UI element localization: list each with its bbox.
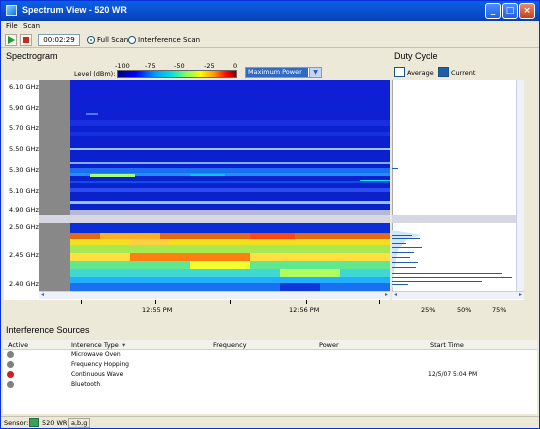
freq-label: 5.30 GHz	[9, 166, 39, 174]
table-row[interactable]: Bluetooth	[3, 381, 537, 389]
stop-icon	[23, 37, 29, 43]
column-header-power[interactable]: Power	[319, 341, 339, 349]
status-dot	[7, 381, 14, 388]
status-bar: Sensor: 520 WR a,b,g	[1, 416, 539, 428]
interference-type: Bluetooth	[71, 381, 101, 388]
freq-label: 5.90 GHz	[9, 104, 39, 112]
table-row[interactable]: Microwave Oven	[3, 351, 537, 359]
sensor-modes: a,b,g	[68, 418, 91, 428]
spectrogram-horizontal-scrollbar[interactable]: ◂ ▸	[39, 291, 390, 299]
dropdown-value: Maximum Power	[246, 68, 308, 77]
menu-bar: File Scan	[1, 21, 539, 32]
app-icon	[6, 5, 17, 16]
average-label: Average	[407, 69, 434, 77]
scroll-left-icon[interactable]: ◂	[394, 291, 397, 298]
scroll-left-icon[interactable]: ◂	[41, 291, 44, 298]
menu-file[interactable]: File	[6, 22, 18, 30]
freq-label: 2.45 GHz	[9, 251, 39, 259]
spectrogram-5ghz-heatmap	[70, 80, 390, 215]
interference-scan-label: Interference Scan	[138, 36, 201, 44]
sensor-icon	[29, 418, 39, 427]
status-dot	[7, 351, 14, 358]
table-row[interactable]: Frequency Hopping	[3, 361, 537, 369]
sensor-name: 520 WR	[42, 419, 68, 427]
freq-label: 2.50 GHz	[9, 223, 39, 231]
freq-label: 6.10 GHz	[9, 83, 39, 91]
current-label: Current	[451, 69, 476, 77]
level-tick: -75	[145, 62, 156, 70]
current-checkbox[interactable]	[438, 67, 449, 77]
scroll-right-icon[interactable]: ▸	[385, 291, 388, 298]
time-tick	[230, 300, 231, 304]
freq-label: 4.90 GHz	[9, 206, 39, 214]
spectrogram-title: Spectrogram	[6, 51, 58, 61]
spectrum-view-window: Spectrum View - 520 WR _ □ × File Scan 0…	[0, 0, 540, 429]
table-row[interactable]: Continuous Wave 12/5/07 5:04 PM	[3, 371, 537, 379]
time-tick	[81, 300, 82, 304]
power-mode-dropdown[interactable]: Maximum Power ▼	[245, 67, 322, 78]
level-tick: -100	[115, 62, 130, 70]
status-dot	[7, 361, 14, 368]
duty-axis-label: 75%	[492, 306, 507, 314]
start-time: 12/5/07 5:04 PM	[428, 371, 478, 378]
full-scan-radio[interactable]	[87, 36, 95, 44]
level-tick: 0	[233, 62, 238, 70]
time-tick	[379, 300, 380, 304]
time-label: 12:56 PM	[289, 306, 320, 314]
duty-axis-label: 25%	[421, 306, 436, 314]
spectrogram-gutter	[39, 80, 70, 291]
full-scan-label: Full Scan	[97, 36, 129, 44]
duty-cycle-chart	[392, 80, 524, 291]
sort-icon: ▾	[122, 341, 126, 349]
interference-scan-radio[interactable]	[128, 36, 136, 44]
column-header-active[interactable]: Active	[8, 341, 28, 349]
minimize-button[interactable]: _	[485, 3, 501, 19]
freq-label: 5.10 GHz	[9, 187, 39, 195]
interference-type: Frequency Hopping	[71, 361, 129, 368]
time-tick	[155, 300, 156, 304]
column-header-type[interactable]: Interence Type	[71, 341, 119, 349]
freq-label: 2.40 GHz	[9, 280, 39, 288]
chevron-down-icon: ▼	[309, 68, 321, 77]
level-tick: -50	[174, 62, 185, 70]
average-checkbox[interactable]	[394, 67, 405, 77]
scan-timer: 00:02:29	[38, 34, 80, 46]
duty-axis-label: 50%	[457, 306, 472, 314]
menu-scan[interactable]: Scan	[23, 22, 40, 30]
maximize-button[interactable]: □	[502, 3, 518, 19]
interference-type: Continuous Wave	[71, 371, 124, 378]
time-tick	[306, 300, 307, 304]
status-dot	[7, 371, 14, 378]
window-title: Spectrum View - 520 WR	[22, 5, 127, 15]
freq-label: 5.70 GHz	[9, 124, 39, 132]
spectrogram-panel: 6.10 GHz 5.90 GHz 5.70 GHz 5.50 GHz 5.30…	[4, 80, 390, 300]
freq-label: 5.50 GHz	[9, 145, 39, 153]
column-header-frequency[interactable]: Frequency	[213, 341, 247, 349]
stop-button[interactable]	[20, 34, 32, 46]
band-divider	[39, 215, 390, 223]
duty-cycle-title: Duty Cycle	[394, 51, 438, 61]
duty-cycle-vertical-scrollbar[interactable]	[516, 80, 524, 291]
close-button[interactable]: ×	[519, 3, 535, 19]
duty-cycle-horizontal-scrollbar[interactable]: ◂ ▸	[392, 291, 524, 299]
interference-table-header: Active Interence Type ▾ Frequency Power …	[3, 340, 537, 350]
spectrogram-24ghz-heatmap	[70, 223, 390, 291]
interference-sources-title: Interference Sources	[6, 325, 90, 335]
column-header-start-time[interactable]: Start Time	[430, 341, 464, 349]
time-label: 12:55 PM	[142, 306, 173, 314]
scroll-right-icon[interactable]: ▸	[519, 291, 522, 298]
play-icon	[8, 36, 15, 44]
interference-type: Microwave Oven	[71, 351, 121, 358]
sensor-label: Sensor:	[4, 419, 29, 427]
title-bar: Spectrum View - 520 WR _ □ ×	[1, 1, 539, 21]
play-button[interactable]	[5, 34, 17, 46]
duty-cycle-panel: ◂ ▸	[392, 80, 524, 300]
level-label: Level (dBm):	[74, 70, 116, 78]
toolbar: 00:02:29 Full Scan Interference Scan	[1, 32, 539, 48]
level-color-scale	[117, 70, 237, 78]
level-tick: -25	[204, 62, 215, 70]
